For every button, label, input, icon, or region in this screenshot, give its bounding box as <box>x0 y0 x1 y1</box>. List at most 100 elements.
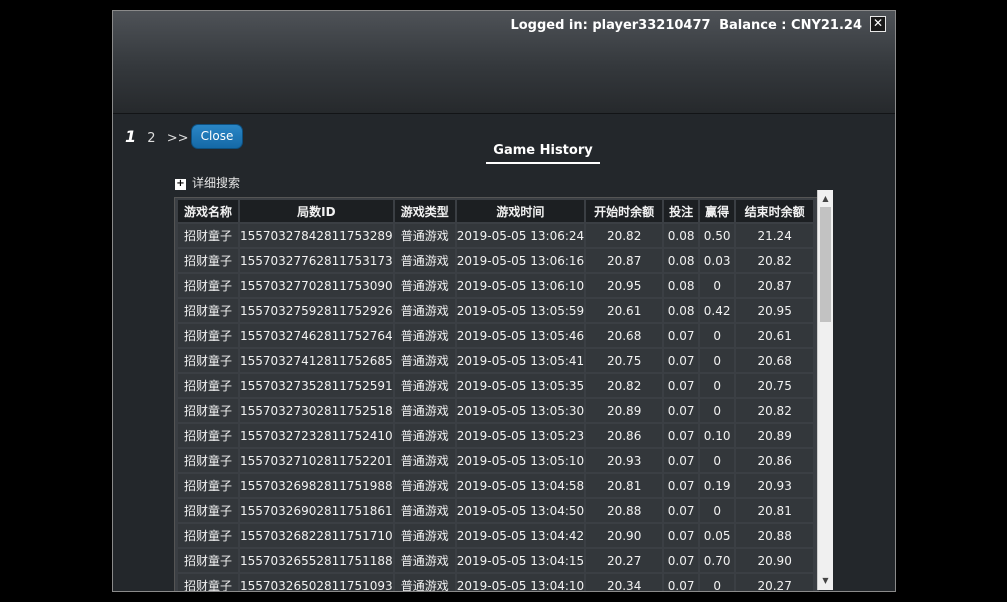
table-cell: 0.07 <box>664 549 699 572</box>
column-header: 游戏名称 <box>178 200 238 222</box>
table-cell: 20.90 <box>586 524 663 547</box>
table-row: 招财童子 15570326902811751861 普通游戏 2019-05-05 1… <box>178 499 814 522</box>
table-body: 招财童子 15570327842811753289 普通游戏 2019-05-05 1… <box>178 224 814 591</box>
table-cell: 招财童子 <box>178 299 238 322</box>
table-cell: 20.82 <box>736 249 814 272</box>
table-cell: 20.95 <box>586 274 663 297</box>
table-cell: 15570327302811752518 <box>240 399 393 422</box>
table-cell: 2019-05-05 13:05:30 <box>456 399 585 422</box>
table-cell: 0 <box>700 449 735 472</box>
table-cell: 20.89 <box>586 399 663 422</box>
table-cell: 15570327462811752764 <box>240 324 393 347</box>
table-cell: 20.88 <box>586 499 663 522</box>
table-cell: 招财童子 <box>178 349 238 372</box>
table-cell: 2019-05-05 13:05:10 <box>456 449 585 472</box>
table-cell: 0.42 <box>700 299 735 322</box>
table-cell: 0.07 <box>664 474 699 497</box>
table-cell: 0 <box>700 274 735 297</box>
advanced-search-label[interactable]: 详细搜索 <box>192 176 240 190</box>
table-cell: 2019-05-05 13:06:16 <box>456 249 585 272</box>
table-cell: 2019-05-05 13:04:10 <box>456 574 585 591</box>
table-cell: 2019-05-05 13:05:46 <box>456 324 585 347</box>
table-cell: 2019-05-05 13:05:23 <box>456 424 585 447</box>
table-cell: 2019-05-05 13:04:15 <box>456 549 585 572</box>
table-cell: 15570326902811751861 <box>240 499 393 522</box>
table-cell: 15570327842811753289 <box>240 224 393 247</box>
table-row: 招财童子 15570327412811752685 普通游戏 2019-05-05 1… <box>178 349 814 372</box>
close-button[interactable]: Close <box>191 124 243 149</box>
column-header: 游戏类型 <box>394 200 455 222</box>
table-cell: 0.05 <box>700 524 735 547</box>
table-cell: 15570327762811753173 <box>240 249 393 272</box>
table-cell: 15570326982811751988 <box>240 474 393 497</box>
table-cell: 0.70 <box>700 549 735 572</box>
table-row: 招财童子 15570327302811752518 普通游戏 2019-05-05 1… <box>178 399 814 422</box>
table-cell: 0.07 <box>664 349 699 372</box>
table-cell: 招财童子 <box>178 424 238 447</box>
table-cell: 2019-05-05 13:05:41 <box>456 349 585 372</box>
table-cell: 招财童子 <box>178 274 238 297</box>
table-cell: 20.81 <box>736 499 814 522</box>
table-cell: 20.95 <box>736 299 814 322</box>
table-cell: 0 <box>700 399 735 422</box>
table-cell: 招财童子 <box>178 374 238 397</box>
page-title: Game History <box>486 143 600 164</box>
scrollbar-thumb[interactable] <box>820 207 831 322</box>
table-cell: 20.34 <box>586 574 663 591</box>
table-cell: 0.10 <box>700 424 735 447</box>
balance-display: Balance : CNY21.24 <box>719 18 862 33</box>
table-cell: 招财童子 <box>178 574 238 591</box>
table-cell: 0.50 <box>700 224 735 247</box>
table-cell: 普通游戏 <box>394 249 455 272</box>
table-cell: 0 <box>700 574 735 591</box>
table-cell: 普通游戏 <box>394 399 455 422</box>
table-cell: 20.68 <box>586 324 663 347</box>
table-cell: 0.07 <box>664 399 699 422</box>
table-scrollbar[interactable]: ▲ ▼ <box>817 190 833 590</box>
table-cell: 0 <box>700 349 735 372</box>
table-cell: 20.89 <box>736 424 814 447</box>
table-cell: 15570327102811752201 <box>240 449 393 472</box>
scroll-up-icon[interactable]: ▲ <box>818 192 833 206</box>
table-cell: 20.93 <box>586 449 663 472</box>
table-row: 招财童子 15570327352811752591 普通游戏 2019-05-05 1… <box>178 374 814 397</box>
table-cell: 0.08 <box>664 249 699 272</box>
column-header: 结束时余额 <box>736 200 814 222</box>
table-cell: 20.87 <box>586 249 663 272</box>
table-cell: 0.07 <box>664 574 699 591</box>
advanced-search-toggle[interactable]: + 详细搜索 <box>175 174 240 191</box>
table-row: 招财童子 15570327102811752201 普通游戏 2019-05-05 1… <box>178 449 814 472</box>
column-header: 投注 <box>664 200 699 222</box>
table-cell: 2019-05-05 13:05:35 <box>456 374 585 397</box>
table-cell: 普通游戏 <box>394 274 455 297</box>
next-page-link[interactable]: >> <box>167 131 189 146</box>
table-cell: 招财童子 <box>178 324 238 347</box>
table-cell: 20.75 <box>736 374 814 397</box>
table-cell: 2019-05-05 13:05:59 <box>456 299 585 322</box>
table-cell: 0 <box>700 374 735 397</box>
table-row: 招财童子 15570326552811751188 普通游戏 2019-05-05 1… <box>178 549 814 572</box>
table-cell: 0 <box>700 499 735 522</box>
table-cell: 15570326822811751710 <box>240 524 393 547</box>
table-cell: 2019-05-05 13:06:10 <box>456 274 585 297</box>
table-cell: 20.61 <box>586 299 663 322</box>
table-cell: 20.90 <box>736 549 814 572</box>
page-link-2[interactable]: 2 <box>147 131 155 146</box>
scroll-down-icon[interactable]: ▼ <box>818 574 833 588</box>
table-cell: 普通游戏 <box>394 299 455 322</box>
table-cell: 普通游戏 <box>394 224 455 247</box>
dialog-header: Logged in: player33210477 Balance : CNY2… <box>113 11 895 114</box>
table-cell: 20.82 <box>586 224 663 247</box>
close-icon[interactable]: ✕ <box>870 16 886 32</box>
table-cell: 20.82 <box>736 399 814 422</box>
table-cell: 普通游戏 <box>394 499 455 522</box>
table-row: 招财童子 15570327702811753090 普通游戏 2019-05-05 1… <box>178 274 814 297</box>
table-cell: 0.07 <box>664 324 699 347</box>
table-cell: 2019-05-05 13:04:50 <box>456 499 585 522</box>
table-cell: 20.93 <box>736 474 814 497</box>
column-header: 局数ID <box>240 200 393 222</box>
expand-plus-icon[interactable]: + <box>175 179 186 190</box>
page-link-1[interactable]: 1 <box>125 127 136 146</box>
table-cell: 招财童子 <box>178 249 238 272</box>
table-row: 招财童子 15570326822811751710 普通游戏 2019-05-05 1… <box>178 524 814 547</box>
